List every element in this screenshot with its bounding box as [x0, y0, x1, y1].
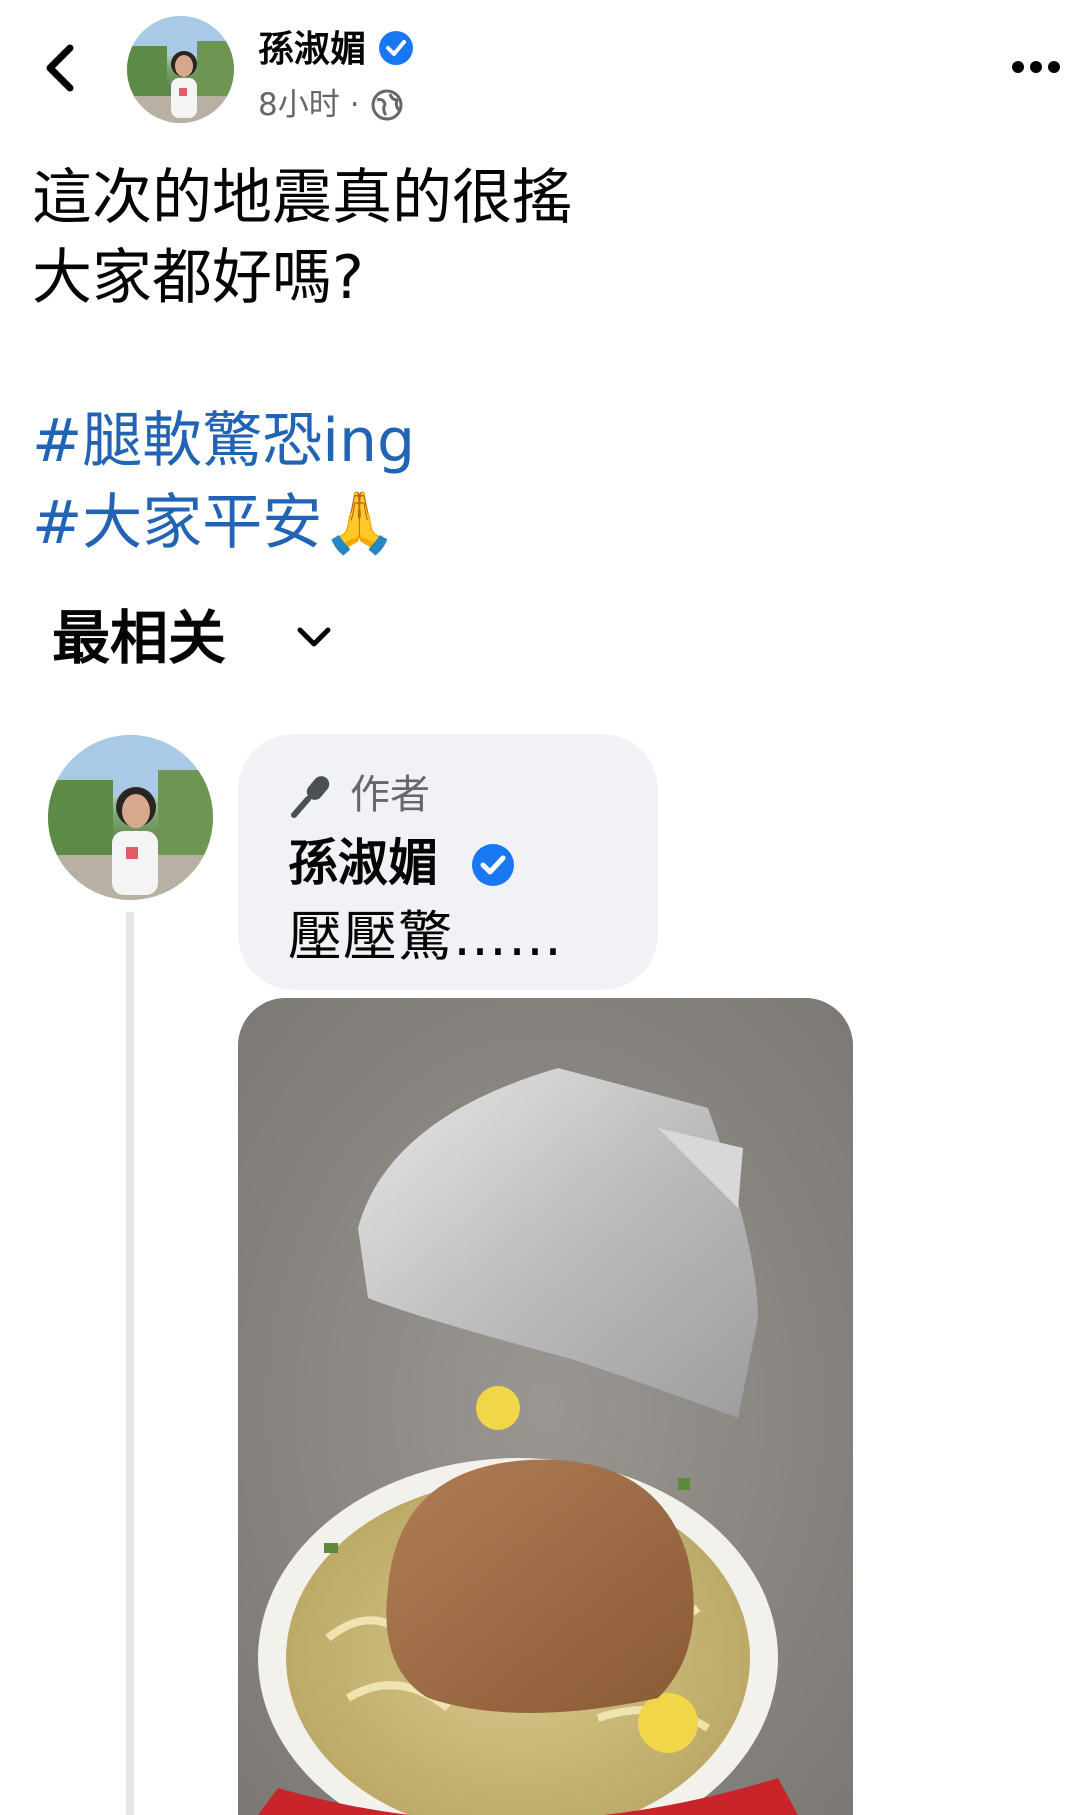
- author-avatar[interactable]: [127, 16, 234, 123]
- microphone-icon: [288, 771, 336, 819]
- commenter-avatar[interactable]: [48, 735, 213, 900]
- post-author-name[interactable]: 孫淑媚: [258, 24, 366, 76]
- post-meta: 8小时 ·: [258, 84, 404, 126]
- sort-label: 最相关: [52, 604, 227, 672]
- author-name-text: 孫淑媚: [258, 29, 367, 70]
- comment-text: 壓壓驚……: [288, 905, 563, 968]
- verified-badge-icon: [472, 844, 514, 886]
- chevron-left-icon: [46, 44, 74, 92]
- back-button[interactable]: [38, 38, 88, 98]
- verified-badge-icon: [379, 31, 413, 65]
- post-text-line: 這次的地震真的很搖: [32, 163, 572, 233]
- hashtag-link[interactable]: #腿軟驚恐ing: [32, 400, 415, 482]
- author-badge-label: 作者: [350, 772, 430, 818]
- thread-line: [126, 912, 134, 1815]
- post-text-line: 大家都好嗎?: [32, 243, 364, 313]
- more-horizontal-icon: [1012, 61, 1060, 73]
- comment-photo[interactable]: [238, 998, 853, 1815]
- post-timestamp[interactable]: 8小时: [258, 84, 340, 126]
- hashtag-link[interactable]: #大家平安🙏: [32, 482, 397, 564]
- globe-icon: [370, 88, 404, 122]
- chevron-down-icon[interactable]: [292, 616, 336, 660]
- comment-author-text: 孫淑媚: [288, 834, 438, 892]
- more-options-button[interactable]: [1010, 52, 1062, 82]
- comment-author-name[interactable]: 孫淑媚: [288, 830, 438, 896]
- meta-separator: ·: [349, 87, 360, 123]
- author-badge: 作者: [288, 767, 430, 823]
- comment-sort-button[interactable]: 最相关: [52, 598, 226, 678]
